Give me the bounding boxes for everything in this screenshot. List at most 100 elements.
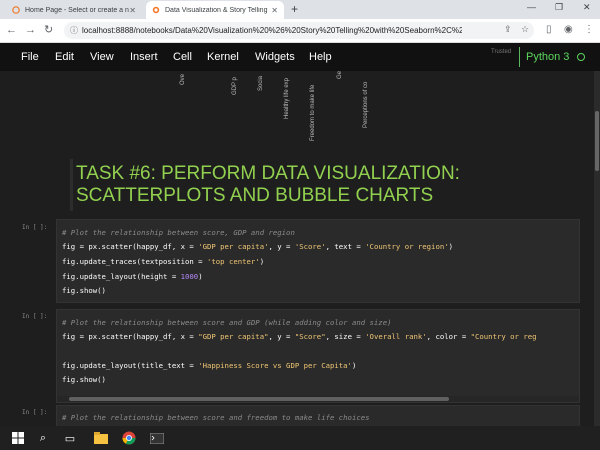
notebook-area: Ove GDP p Socia Healthy life exp Freedom… bbox=[0, 71, 594, 426]
code-text: fig.show() bbox=[62, 375, 106, 384]
chrome-icon[interactable] bbox=[121, 430, 137, 446]
menu-help[interactable]: Help bbox=[309, 51, 332, 63]
cell-prompt: In [ ]: bbox=[22, 313, 48, 320]
chart-label: Socia bbox=[258, 75, 264, 91]
maximize-icon[interactable]: ❐ bbox=[555, 2, 563, 13]
back-icon[interactable]: ← bbox=[6, 24, 17, 36]
code-string: "Score" bbox=[294, 332, 326, 341]
code-cell[interactable]: # Plot the relationship between score an… bbox=[56, 405, 580, 426]
code-line: fig = px.scatter(happy_df, x = "GDP per … bbox=[62, 332, 537, 341]
search-icon[interactable]: ⌕ bbox=[35, 430, 51, 446]
code-text: fig = px.scatter(happy_df, x = bbox=[62, 332, 199, 341]
file-explorer-icon[interactable] bbox=[93, 430, 109, 446]
code-text: , y = bbox=[268, 242, 295, 251]
code-comment: # Plot the relationship between score, G… bbox=[62, 228, 295, 237]
menu-kernel[interactable]: Kernel bbox=[207, 51, 239, 63]
menu-icon[interactable]: ⋮ bbox=[584, 24, 594, 35]
close-icon[interactable]: ✕ bbox=[583, 2, 591, 13]
code-text: fig.show() bbox=[62, 286, 106, 295]
kernel-name: Python 3 bbox=[526, 51, 570, 63]
markdown-cell[interactable]: TASK #6: PERFORM DATA VISUALIZATION: SCA… bbox=[70, 159, 580, 211]
taskview-icon[interactable]: ▭ bbox=[62, 430, 78, 446]
code-line: fig.show() bbox=[62, 375, 106, 384]
minimize-icon[interactable]: — bbox=[527, 2, 536, 12]
windows-icon[interactable] bbox=[10, 430, 26, 446]
code-line: fig = px.scatter(happy_df, x = 'GDP per … bbox=[62, 242, 453, 251]
browser-toolbar: ← → ↻ ⓘ localhost:8888/notebooks/Data%20… bbox=[0, 19, 600, 43]
code-text: ) bbox=[259, 257, 265, 266]
chart-label: Ove bbox=[180, 73, 186, 85]
code-line: fig.show() bbox=[62, 286, 106, 295]
code-text: , text = bbox=[325, 242, 366, 251]
code-text: , size = bbox=[325, 332, 366, 341]
menu-widgets[interactable]: Widgets bbox=[255, 51, 295, 63]
cell-prompt: In [ ]: bbox=[22, 224, 48, 231]
chart-label: GDP p bbox=[232, 77, 238, 95]
code-string: "Country or reg bbox=[470, 332, 537, 341]
star-icon[interactable]: ☆ bbox=[521, 24, 529, 35]
new-tab-button[interactable]: + bbox=[291, 3, 298, 15]
trusted-indicator[interactable]: Trusted bbox=[491, 49, 511, 55]
menu-cell[interactable]: Cell bbox=[173, 51, 192, 63]
code-string: 'Country or region' bbox=[365, 242, 449, 251]
close-icon[interactable]: ✕ bbox=[129, 6, 136, 15]
code-text: fig.update_traces(textposition = bbox=[62, 257, 207, 266]
code-line: fig.update_layout(title_text = 'Happines… bbox=[62, 361, 356, 370]
tab-title: Data Visualization & Story Telling bbox=[165, 6, 268, 14]
firefox-icon bbox=[152, 6, 160, 14]
code-text: fig = px.scatter(happy_df, x = bbox=[62, 242, 199, 251]
menu-insert[interactable]: Insert bbox=[130, 51, 158, 63]
reload-icon[interactable]: ↻ bbox=[44, 24, 53, 36]
code-string: 'top center' bbox=[206, 257, 260, 266]
code-text: ) bbox=[448, 242, 454, 251]
horizontal-scrollbar[interactable] bbox=[57, 396, 579, 402]
scrollbar-thumb[interactable] bbox=[595, 111, 599, 171]
code-text: fig.update_layout(height = bbox=[62, 272, 181, 281]
code-string: 'Happiness Score vs GDP per Capita' bbox=[198, 361, 352, 370]
menu-file[interactable]: File bbox=[21, 51, 39, 63]
chart-label: Healthy life exp bbox=[284, 77, 290, 119]
menu-view[interactable]: View bbox=[90, 51, 114, 63]
jupyter-icon bbox=[12, 6, 20, 14]
url-text[interactable]: localhost:8888/notebooks/Data%20Visualiz… bbox=[82, 26, 462, 35]
kernel-indicator[interactable]: Python 3 bbox=[519, 47, 586, 67]
code-cell[interactable]: # Plot the relationship between score an… bbox=[56, 309, 580, 403]
menu-edit[interactable]: Edit bbox=[55, 51, 74, 63]
close-icon[interactable]: ✕ bbox=[271, 6, 278, 15]
vertical-scrollbar[interactable] bbox=[594, 71, 600, 426]
browser-tab-strip: Home Page - Select or create a n ✕ Data … bbox=[0, 0, 600, 19]
code-text: ) bbox=[351, 361, 357, 370]
share-icon[interactable]: ⇪ bbox=[504, 24, 512, 35]
kernel-status-icon bbox=[577, 53, 586, 61]
code-comment: # Plot the relationship between score an… bbox=[62, 413, 370, 422]
markdown-heading: TASK #6: PERFORM DATA VISUALIZATION: SCA… bbox=[76, 163, 460, 207]
code-line: fig.update_layout(height = 1000) bbox=[62, 272, 203, 281]
profile-icon[interactable]: ◉ bbox=[564, 24, 573, 35]
chart-label: Freedom to make life bbox=[310, 84, 316, 141]
chart-label: Ge bbox=[337, 71, 343, 79]
code-text: , y = bbox=[268, 332, 295, 341]
browser-tab-notebook[interactable]: Data Visualization & Story Telling ✕ bbox=[146, 1, 284, 19]
scrollbar-thumb[interactable] bbox=[69, 397, 449, 401]
browser-tab-home[interactable]: Home Page - Select or create a n ✕ bbox=[6, 1, 142, 19]
code-string: "GDP per capita" bbox=[198, 332, 269, 341]
code-number: 1000 bbox=[180, 272, 199, 281]
jupyter-menubar: File Edit View Insert Cell Kernel Widget… bbox=[0, 43, 600, 71]
sidepanel-icon[interactable]: ▯ bbox=[546, 24, 552, 35]
info-icon[interactable]: ⓘ bbox=[70, 25, 78, 36]
code-comment: # Plot the relationship between score an… bbox=[62, 318, 392, 327]
tab-title: Home Page - Select or create a n bbox=[25, 6, 129, 14]
code-text: ) bbox=[198, 272, 203, 281]
code-text: fig.update_layout(title_text = bbox=[62, 361, 199, 370]
address-bar[interactable]: ⓘ localhost:8888/notebooks/Data%20Visual… bbox=[64, 22, 534, 39]
code-string: 'GDP per capita' bbox=[198, 242, 269, 251]
code-string: 'Score' bbox=[294, 242, 326, 251]
cell-prompt: In [ ]: bbox=[22, 409, 48, 416]
chart-label: Perceptions of co bbox=[363, 81, 369, 128]
code-cell[interactable]: # Plot the relationship between score, G… bbox=[56, 219, 580, 303]
forward-icon[interactable]: → bbox=[25, 24, 36, 36]
terminal-icon[interactable] bbox=[149, 430, 165, 446]
code-string: 'Overall rank' bbox=[365, 332, 427, 341]
code-line: fig.update_traces(textposition = 'top ce… bbox=[62, 257, 264, 266]
heading-line-2: SCATTERPLOTS AND BUBBLE CHARTS bbox=[76, 185, 434, 206]
